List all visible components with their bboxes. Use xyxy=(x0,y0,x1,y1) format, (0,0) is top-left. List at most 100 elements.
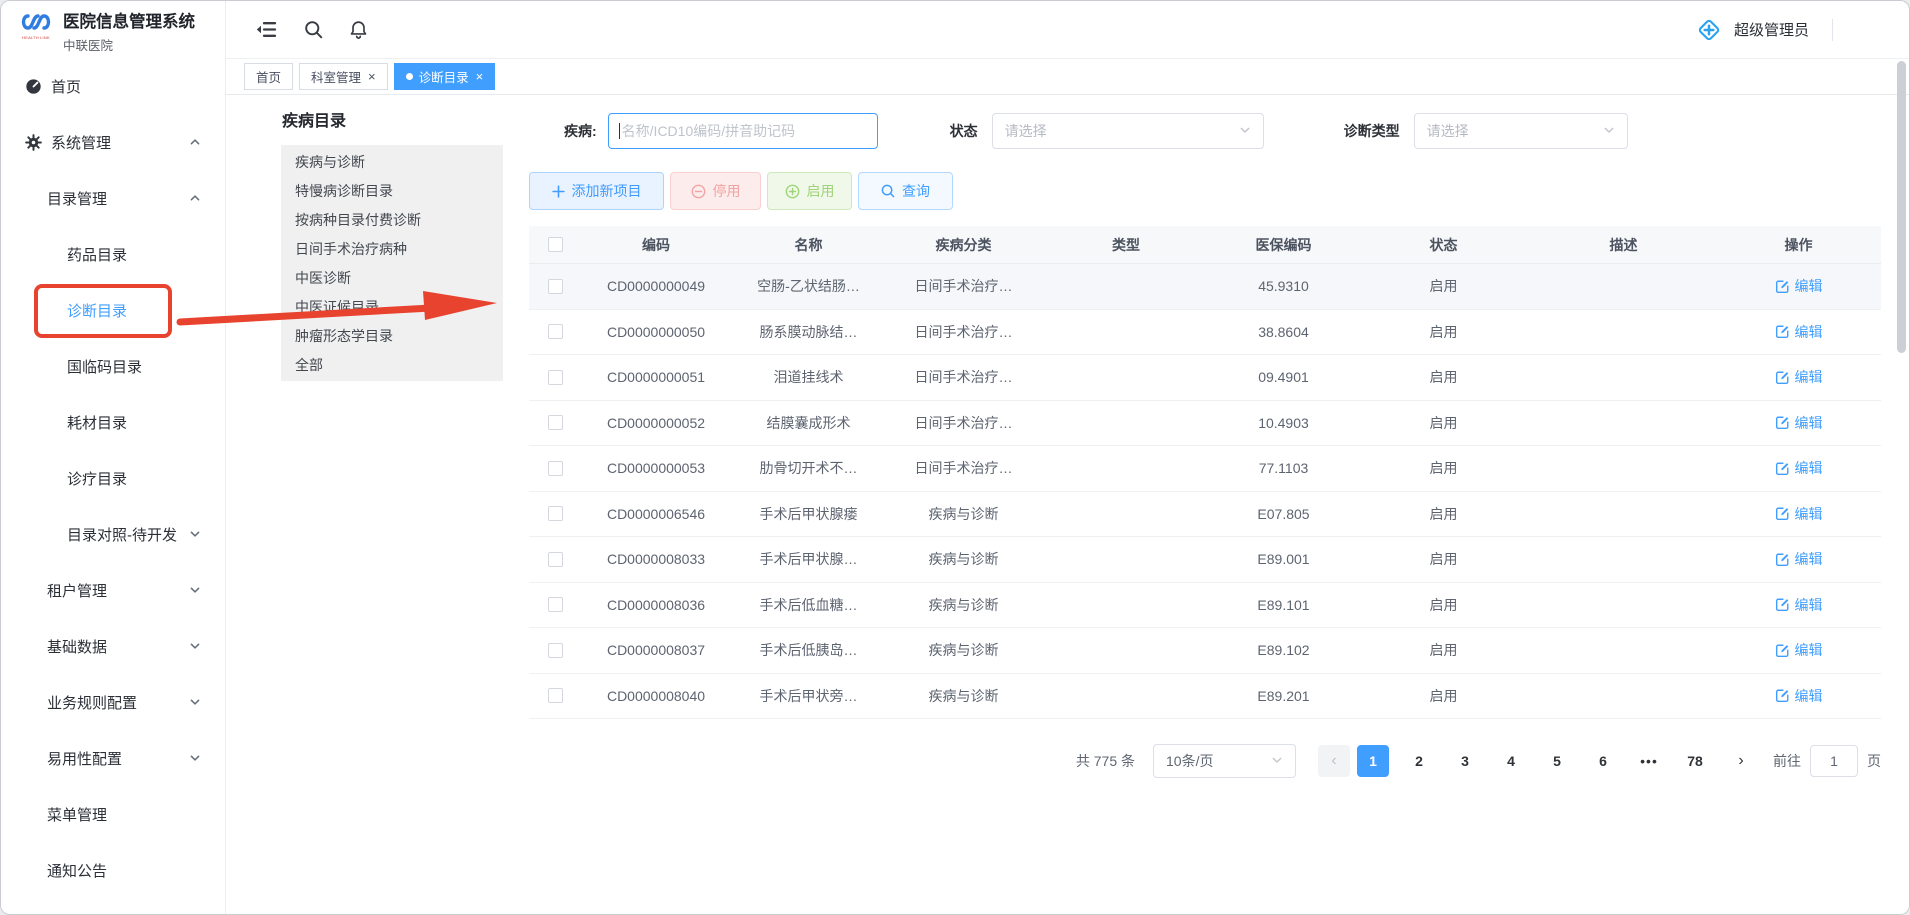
table-row[interactable]: CD0000000050肠系膜动脉结…日间手术治疗…38.8604启用编辑 xyxy=(529,310,1881,356)
sidebar-item[interactable]: 药品目录 xyxy=(1,226,225,282)
page-number-button[interactable]: 2 xyxy=(1403,745,1435,777)
sidebar-item[interactable]: 国临码目录 xyxy=(1,338,225,394)
sidebar-item[interactable]: 诊疗目录 xyxy=(1,450,225,506)
sidebar-item[interactable]: 系统管理 xyxy=(1,114,225,170)
disease-search-input[interactable]: 名称/ICD10编码/拼音助记码 xyxy=(608,113,878,149)
catalog-item[interactable]: 特慢病诊断目录 xyxy=(281,176,503,205)
sidebar-item[interactable]: 业务规则配置 xyxy=(1,674,225,730)
sidebar: HEALTH LINK 医院信息管理系统 中联医院 首页系统管理目录管理药品目录… xyxy=(1,1,226,914)
edit-button[interactable]: 编辑 xyxy=(1775,413,1823,433)
user-area[interactable]: 超级管理员 xyxy=(1695,16,1909,44)
table-row[interactable]: CD0000008040手术后甲状旁…疾病与诊断E89.201启用编辑 xyxy=(529,674,1881,720)
table-cell: CD0000006546 xyxy=(581,506,731,522)
page-number-button[interactable]: 1 xyxy=(1357,745,1389,777)
table-cell: 日间手术治疗… xyxy=(886,458,1041,478)
sidebar-item[interactable]: 租户管理 xyxy=(1,562,225,618)
vertical-scrollbar-thumb[interactable] xyxy=(1897,61,1906,353)
add-item-button[interactable]: 添加新项目 xyxy=(529,172,664,210)
sidebar-item[interactable]: 易用性配置 xyxy=(1,730,225,786)
table-row[interactable]: CD0000000051泪道挂线术日间手术治疗…09.4901启用编辑 xyxy=(529,355,1881,401)
row-checkbox[interactable] xyxy=(548,552,563,567)
row-checkbox[interactable] xyxy=(548,506,563,521)
total-count-label: 共 775 条 xyxy=(1076,751,1135,771)
row-checkbox[interactable] xyxy=(548,461,563,476)
edit-label: 编辑 xyxy=(1795,640,1823,660)
table-cell: 启用 xyxy=(1356,413,1531,433)
table-row[interactable]: CD0000006546手术后甲状腺瘘疾病与诊断E07.805启用编辑 xyxy=(529,492,1881,538)
table-row[interactable]: CD0000000052结膜囊成形术日间手术治疗…10.4903启用编辑 xyxy=(529,401,1881,447)
sidebar-item[interactable]: 首页 xyxy=(1,58,225,114)
edit-button[interactable]: 编辑 xyxy=(1775,322,1823,342)
edit-button[interactable]: 编辑 xyxy=(1775,367,1823,387)
medical-cross-icon xyxy=(1695,16,1723,44)
sidebar-item-label: 基础数据 xyxy=(47,636,107,657)
close-icon[interactable]: × xyxy=(476,70,484,83)
disable-button[interactable]: 停用 xyxy=(670,172,761,210)
top-header: 超级管理员 xyxy=(226,1,1909,59)
goto-page-input[interactable]: 1 xyxy=(1810,745,1858,777)
logo-row: HEALTH LINK 医院信息管理系统 中联医院 xyxy=(1,1,225,59)
edit-button[interactable]: 编辑 xyxy=(1775,458,1823,478)
sidebar-item[interactable]: 诊断目录 xyxy=(1,282,225,338)
table-cell: 启用 xyxy=(1356,458,1531,478)
tab-label: 科室管理 xyxy=(311,67,361,86)
page-size-select[interactable]: 10条/页 xyxy=(1153,744,1296,778)
prev-page-button[interactable]: ‹ xyxy=(1318,745,1350,777)
table-cell: CD0000000052 xyxy=(581,415,731,431)
diagnosis-type-select[interactable]: 请选择 xyxy=(1414,113,1628,149)
table-row[interactable]: CD0000000053肋骨切开术不…日间手术治疗…77.1103启用编辑 xyxy=(529,446,1881,492)
catalog-item[interactable]: 肿瘤形态学目录 xyxy=(281,321,503,350)
select-all-checkbox[interactable] xyxy=(548,237,563,252)
tab-item[interactable]: 科室管理 × xyxy=(299,63,388,90)
page-number-button[interactable]: 5 xyxy=(1541,745,1573,777)
catalog-item[interactable]: 按病种目录付费诊断 xyxy=(281,205,503,234)
row-checkbox[interactable] xyxy=(548,597,563,612)
edit-button[interactable]: 编辑 xyxy=(1775,549,1823,569)
catalog-item[interactable]: 中医证候目录 xyxy=(281,292,503,321)
bell-icon[interactable] xyxy=(350,20,367,39)
row-checkbox[interactable] xyxy=(548,415,563,430)
next-page-button[interactable]: › xyxy=(1725,745,1757,777)
tab-item[interactable]: 首页 xyxy=(244,63,293,90)
catalog-item[interactable]: 全部 xyxy=(281,350,503,379)
page-number-button[interactable]: 6 xyxy=(1587,745,1619,777)
more-pages-icon[interactable]: ••• xyxy=(1633,753,1665,769)
close-icon[interactable]: × xyxy=(368,70,376,83)
row-checkbox[interactable] xyxy=(548,688,563,703)
sidebar-item-label: 业务规则配置 xyxy=(47,692,137,713)
sidebar-item[interactable]: 基础数据 xyxy=(1,618,225,674)
table-cell: 日间手术治疗… xyxy=(886,322,1041,342)
row-checkbox[interactable] xyxy=(548,279,563,294)
enable-button[interactable]: 启用 xyxy=(767,172,852,210)
query-button[interactable]: 查询 xyxy=(858,172,953,210)
sidebar-item[interactable]: 目录管理 xyxy=(1,170,225,226)
edit-button[interactable]: 编辑 xyxy=(1775,276,1823,296)
row-checkbox[interactable] xyxy=(548,370,563,385)
sidebar-item[interactable]: 耗材目录 xyxy=(1,394,225,450)
search-icon[interactable] xyxy=(304,20,323,39)
status-select[interactable]: 请选择 xyxy=(992,113,1264,149)
catalog-item[interactable]: 疾病与诊断 xyxy=(281,147,503,176)
tab-active[interactable]: 诊断目录× xyxy=(394,63,496,90)
actions-cell: 编辑 xyxy=(1716,686,1881,706)
catalog-item[interactable]: 日间手术治疗病种 xyxy=(281,234,503,263)
row-checkbox[interactable] xyxy=(548,324,563,339)
collapse-menu-icon[interactable] xyxy=(256,21,277,38)
page-number-button[interactable]: 3 xyxy=(1449,745,1481,777)
table-row[interactable]: CD0000000049空肠-乙状结肠…日间手术治疗…45.9310启用编辑 xyxy=(529,264,1881,310)
table-row[interactable]: CD0000008033手术后甲状腺…疾病与诊断E89.001启用编辑 xyxy=(529,537,1881,583)
chevron-down-icon xyxy=(1239,123,1251,139)
table-row[interactable]: CD0000008037手术后低胰岛…疾病与诊断E89.102启用编辑 xyxy=(529,628,1881,674)
last-page-button[interactable]: 78 xyxy=(1679,745,1711,777)
sidebar-item[interactable]: 目录对照-待开发 xyxy=(1,506,225,562)
catalog-item[interactable]: 中医诊断 xyxy=(281,263,503,292)
page-number-button[interactable]: 4 xyxy=(1495,745,1527,777)
row-checkbox[interactable] xyxy=(548,643,563,658)
edit-button[interactable]: 编辑 xyxy=(1775,595,1823,615)
edit-button[interactable]: 编辑 xyxy=(1775,640,1823,660)
table-row[interactable]: CD0000008036手术后低血糖…疾病与诊断E89.101启用编辑 xyxy=(529,583,1881,629)
edit-button[interactable]: 编辑 xyxy=(1775,504,1823,524)
sidebar-item[interactable]: 通知公告 xyxy=(1,842,225,898)
edit-button[interactable]: 编辑 xyxy=(1775,686,1823,706)
sidebar-item[interactable]: 菜单管理 xyxy=(1,786,225,842)
